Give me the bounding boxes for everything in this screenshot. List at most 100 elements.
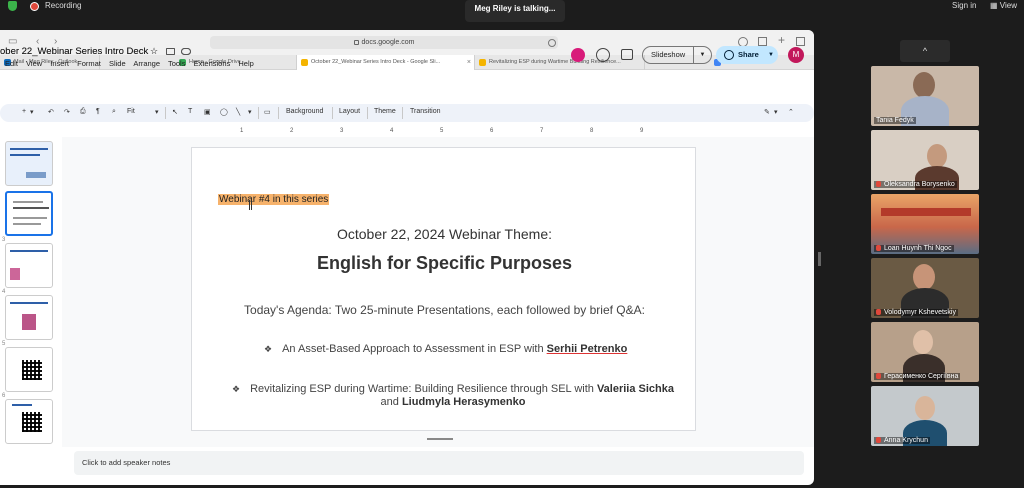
agenda-text[interactable]: Today's Agenda: Two 25-minute Presentati… — [192, 303, 697, 317]
chevron-down-icon[interactable]: ▾ — [248, 108, 252, 116]
menu-arrange[interactable]: Arrange — [133, 59, 160, 68]
current-slide[interactable]: Webinar #4 in this series October 22, 20… — [191, 147, 696, 431]
slide-title[interactable]: English for Specific Purposes — [192, 253, 697, 274]
slide-thumbnail-3[interactable] — [5, 191, 53, 236]
theme-button[interactable]: Theme — [374, 108, 396, 115]
ruler-mark: 2 — [290, 128, 294, 134]
line-icon[interactable]: ╲ — [236, 108, 240, 116]
thumb-line — [10, 148, 48, 150]
tab-overview-icon[interactable] — [796, 37, 805, 46]
participant-tile[interactable]: Oleksandra Borysenko — [871, 130, 979, 190]
presenter-name: Liudmyla Herasymenko — [401, 396, 526, 408]
slide-thumbnail-4[interactable] — [5, 243, 53, 288]
image-icon[interactable]: ▣ — [204, 108, 211, 116]
address-bar[interactable]: docs.google.com — [210, 36, 558, 49]
chevron-down-icon[interactable]: ▾ — [155, 108, 159, 116]
slide-thumbnail-2[interactable] — [5, 141, 53, 186]
menu-view[interactable]: View — [26, 59, 42, 68]
slideshow-button[interactable]: Slideshow ▼ — [642, 46, 712, 64]
slide-thumbnail-5[interactable] — [5, 295, 53, 340]
menu-tools[interactable]: Tools — [168, 59, 186, 68]
collapse-menu-icon[interactable]: ⌃ — [788, 108, 794, 116]
diamond-bullet-icon: ❖ — [264, 344, 273, 354]
participant-tile[interactable]: Loan Huynh Thi Ngoc — [871, 194, 979, 254]
undo-icon[interactable]: ↶ — [48, 108, 54, 116]
participant-tile[interactable]: Volodymyr Kshevetskiy — [871, 258, 979, 318]
slide-thumbnail-6[interactable] — [5, 347, 53, 392]
chevron-down-icon[interactable]: ▼ — [768, 46, 774, 64]
notes-resize-handle[interactable] — [427, 438, 453, 440]
participant-tile[interactable]: Tania Fedyk — [871, 66, 979, 126]
menu-slide[interactable]: Slide — [109, 59, 126, 68]
participant-video — [927, 144, 947, 168]
webinar-number-label[interactable]: Webinar #4 in this series — [218, 194, 330, 205]
tab-revitalizing-esp[interactable]: Revitalizing ESP during Wartime Building… — [475, 55, 645, 70]
panel-resize-handle[interactable] — [818, 252, 821, 266]
ruler-mark: 1 — [240, 128, 244, 134]
share-page-icon[interactable] — [758, 37, 767, 46]
reload-icon[interactable] — [548, 39, 556, 47]
move-folder-icon[interactable] — [166, 48, 175, 55]
shield-icon[interactable] — [8, 1, 17, 11]
speaker-notes[interactable]: Click to add speaker notes — [74, 451, 804, 475]
paint-format-icon[interactable]: ¶ — [96, 108, 100, 115]
avatar[interactable]: M — [788, 47, 804, 63]
ruler-mark: 4 — [390, 128, 394, 134]
new-slide-icon[interactable]: + — [22, 108, 26, 115]
redo-icon[interactable]: ↷ — [64, 108, 70, 116]
close-tab-icon[interactable]: × — [467, 55, 471, 70]
zoom-select[interactable]: Fit — [127, 108, 135, 115]
share-button[interactable]: Share ▼ — [716, 46, 778, 64]
participant-name-text: Герасименко Сергіївна — [884, 373, 959, 380]
participant-tile[interactable]: Anna Krychun — [871, 386, 979, 446]
menu-insert[interactable]: Insert — [50, 59, 69, 68]
print-icon[interactable]: ⎙ — [80, 108, 86, 116]
recording-label[interactable]: Recording — [45, 1, 81, 10]
menu-extensions[interactable]: Extensions — [194, 59, 231, 68]
gemini-icon[interactable] — [571, 48, 585, 62]
toolbar-divider — [258, 107, 259, 119]
chevron-down-icon[interactable]: ▼ — [693, 47, 711, 63]
participant-name: Anna Krychun — [874, 437, 930, 444]
ruler-mark: 6 — [490, 128, 494, 134]
tab-slides-deck[interactable]: October 22_Webinar Series Intro Deck - G… — [297, 55, 475, 70]
document-title-text[interactable]: ober 22_Webinar Series Intro Deck — [0, 46, 148, 57]
menu-format[interactable]: Format — [77, 59, 101, 68]
chevron-down-icon[interactable]: ▾ — [774, 108, 778, 116]
participant-tile[interactable]: Герасименко Сергіївна — [871, 322, 979, 382]
shape-icon[interactable]: ◯ — [220, 108, 228, 116]
thumb-line — [13, 223, 41, 225]
webinar-theme-heading[interactable]: October 22, 2024 Webinar Theme: — [192, 226, 697, 242]
item-text: and — [380, 396, 402, 408]
comments-icon[interactable] — [621, 49, 633, 60]
sign-in-button[interactable]: Sign in — [952, 1, 976, 10]
zoom-icon[interactable]: ⌕ — [112, 108, 116, 116]
item-text: An Asset-Based Approach to Assessment in… — [282, 343, 547, 355]
toolbar-divider — [165, 107, 166, 119]
view-button[interactable]: ▦ View — [990, 1, 1017, 10]
menu-help[interactable]: Help — [238, 59, 253, 68]
presenter-name: Serhii Petrenko — [546, 343, 628, 355]
history-icon[interactable] — [596, 48, 610, 62]
transition-button[interactable]: Transition — [410, 108, 440, 115]
star-icon[interactable]: ☆ — [150, 46, 158, 57]
new-tab-icon[interactable]: + — [778, 33, 785, 47]
collapse-gallery-button[interactable]: ^ — [900, 40, 950, 62]
insert-comment-icon[interactable]: ▭ — [264, 108, 271, 116]
agenda-item-1[interactable]: ❖ An Asset-Based Approach to Assessment i… — [264, 343, 627, 355]
participant-name-text: Volodymyr Kshevetskiy — [884, 309, 956, 316]
menu-edit[interactable]: Edit — [5, 59, 18, 68]
slide-thumbnail-7[interactable] — [5, 399, 53, 444]
text-box-icon[interactable]: T — [188, 108, 192, 115]
chevron-down-icon[interactable]: ▾ — [30, 108, 34, 116]
toolbar-divider — [367, 107, 368, 119]
pen-icon[interactable]: ✎ — [764, 108, 770, 116]
view-label: View — [999, 1, 1017, 10]
agenda-item-2[interactable]: ❖ Revitalizing ESP during Wartime: Buildi… — [228, 383, 678, 409]
qr-code-icon — [22, 412, 42, 432]
layout-button[interactable]: Layout — [339, 108, 360, 115]
share-label: Share — [738, 50, 759, 59]
thumb-line — [13, 201, 43, 203]
background-button[interactable]: Background — [286, 108, 323, 115]
select-cursor-icon[interactable]: ↖ — [172, 108, 178, 116]
